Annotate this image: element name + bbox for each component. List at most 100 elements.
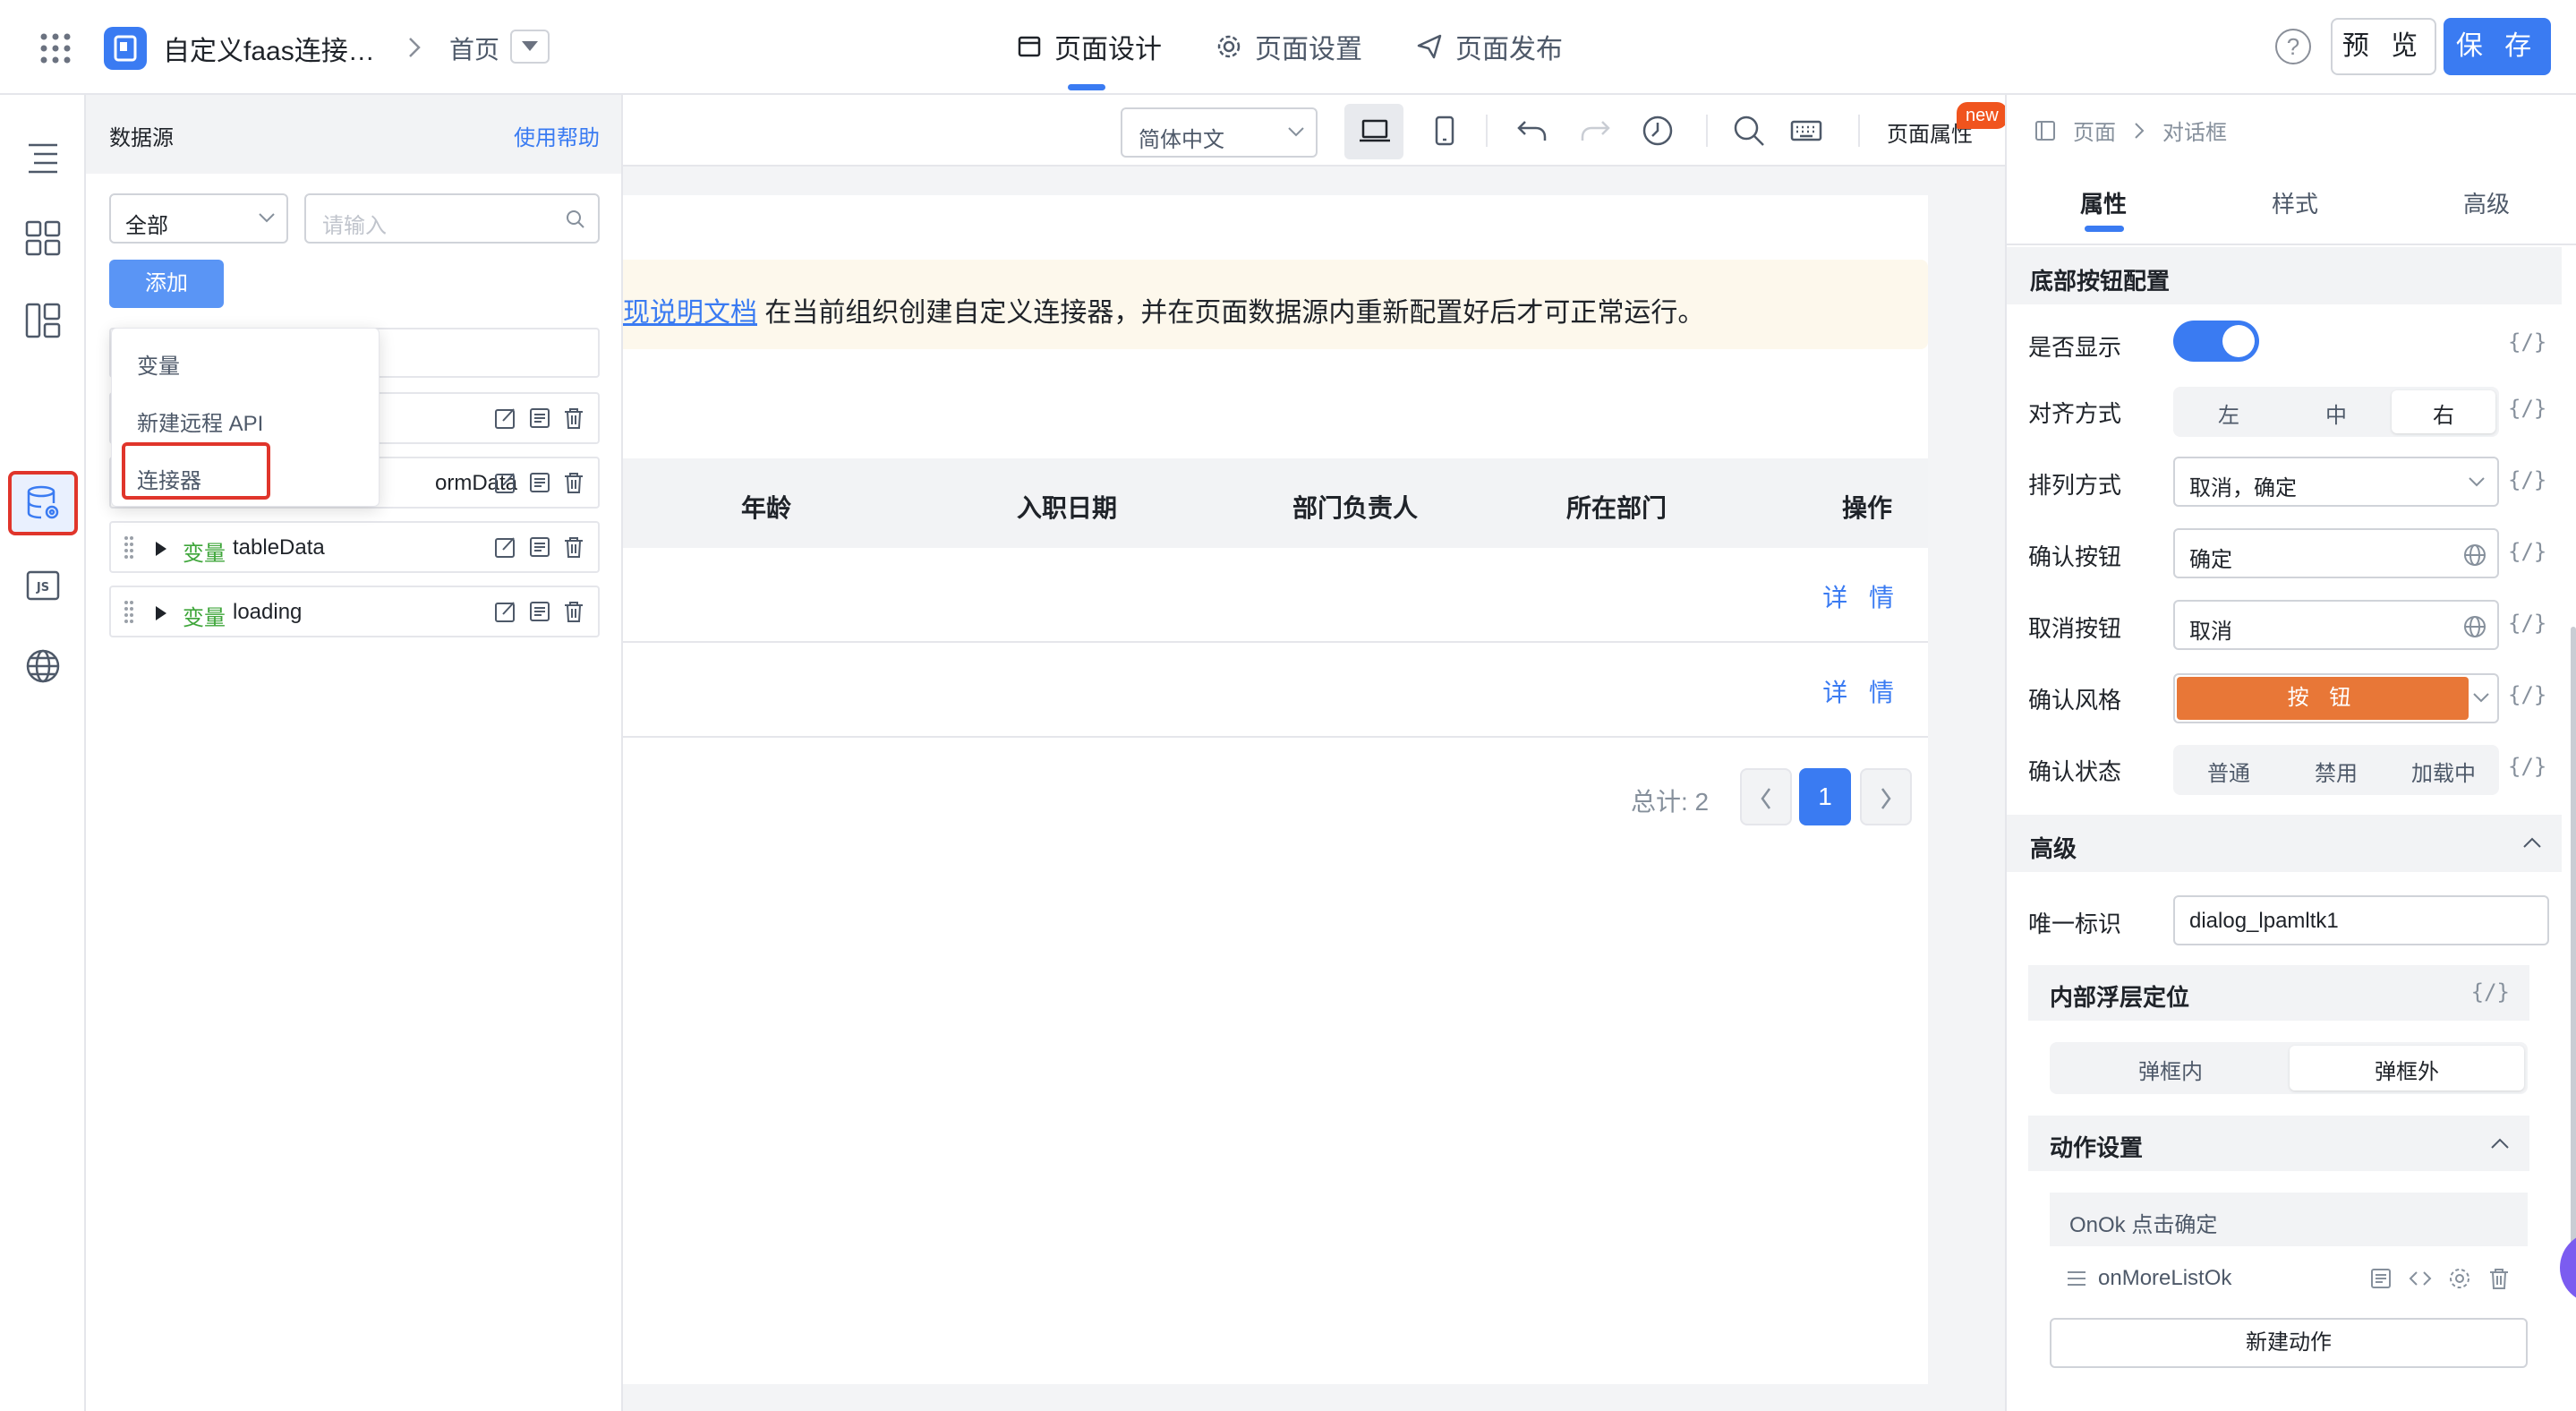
language-select[interactable]: 简体中文 [1121,107,1318,158]
detail-link[interactable]: 详 情 [1822,578,1901,614]
state-normal-option[interactable]: 普通 [2177,756,2281,787]
copy-icon[interactable] [528,535,551,559]
app-grid-icon[interactable] [39,32,72,64]
gear-icon[interactable] [2447,1266,2472,1291]
globe-icon[interactable] [23,646,63,686]
expression-button[interactable]: {/} [2508,467,2546,492]
copy-icon[interactable] [528,600,551,623]
detail-link[interactable]: 详 情 [1822,673,1901,709]
datasource-icon[interactable] [23,483,63,523]
trash-icon[interactable] [562,600,585,623]
inside-dialog-option[interactable]: 弹框内 [2053,1054,2288,1085]
uid-input[interactable]: dialog_lpamltk1 [2173,895,2549,945]
expand-icon[interactable] [154,541,168,557]
help-icon[interactable]: ? [2275,29,2311,64]
tab-properties[interactable]: 属性 [2080,186,2127,219]
js-icon[interactable]: JS [23,566,63,605]
trash-icon[interactable] [2486,1266,2512,1291]
tab-page-settings[interactable]: 页面设置 [1215,27,1362,66]
help-link[interactable]: 使用帮助 [514,120,600,151]
drag-handle-icon[interactable] [124,535,134,560]
list-item[interactable]: 变量 tableData [109,521,600,573]
save-button[interactable]: 保 存 [2444,18,2551,75]
tab-style[interactable]: 样式 [2272,186,2318,219]
list-item[interactable]: 变量 loading [109,586,600,637]
select-value: 简体中文 [1139,128,1224,152]
confirm-style-select[interactable]: 按 钮 [2173,673,2499,723]
pagination-total: 总计: 2 [1631,788,1710,816]
doc-link[interactable]: 现说明文档 [623,298,757,328]
trash-icon[interactable] [562,471,585,494]
prev-page-button[interactable] [1740,768,1792,825]
copy-icon[interactable] [2368,1266,2393,1291]
type-filter-select[interactable]: 全部 [109,193,288,244]
drag-handle-icon[interactable] [124,600,134,625]
cancel-text-input[interactable]: 取消 [2173,600,2499,650]
show-toggle[interactable] [2173,321,2259,362]
copy-icon[interactable] [528,406,551,430]
edit-icon[interactable] [494,600,517,623]
advanced-section[interactable]: 高级 [2007,815,2562,872]
item-kind: 变量 [183,606,226,630]
order-select[interactable]: 取消，确定 [2173,457,2499,507]
show-label: 是否显示 [2028,334,2122,361]
expression-button[interactable]: {/} [2508,611,2546,636]
expression-button[interactable]: {/} [2508,682,2546,707]
trash-icon[interactable] [562,406,585,430]
history-icon[interactable] [1640,113,1676,149]
edit-icon[interactable] [494,406,517,430]
edit-icon[interactable] [494,535,517,559]
column-header: 部门负责人 [1292,494,1419,522]
align-right-option[interactable]: 右 [2392,398,2495,429]
order-label: 排列方式 [2028,472,2122,499]
new-action-button[interactable]: 新建动作 [2050,1318,2528,1368]
expression-button[interactable]: {/} [2508,539,2546,564]
tab-page-publish[interactable]: 页面发布 [1416,27,1563,66]
undo-icon[interactable] [1514,113,1550,149]
breadcrumb-page[interactable]: 首页 [449,30,499,66]
tab-label: 页面设计 [1054,35,1162,64]
tab-advanced[interactable]: 高级 [2463,186,2510,219]
copy-icon[interactable] [528,471,551,494]
menu-item-variable[interactable]: 变量 [137,348,180,380]
globe-icon[interactable] [2463,543,2486,567]
align-center-option[interactable]: 中 [2284,398,2388,429]
confirm-text-input[interactable]: 确定 [2173,528,2499,578]
expression-button[interactable]: {/} [2508,754,2546,779]
expand-icon[interactable] [154,605,168,621]
trash-icon[interactable] [562,535,585,559]
next-page-button[interactable] [1860,768,1912,825]
action-settings-section[interactable]: 动作设置 [2028,1116,2529,1171]
tab-page-design[interactable]: 页面设计 [1017,27,1162,66]
action-item[interactable]: onMoreListOk [2050,1252,2528,1305]
drag-handle-icon[interactable] [2066,1270,2087,1287]
preview-button[interactable]: 预 览 [2331,18,2436,75]
edit-icon[interactable] [494,471,517,494]
outline-icon[interactable] [23,138,63,177]
expression-button[interactable]: {/} [2471,979,2510,1005]
code-icon[interactable] [2408,1266,2433,1291]
add-button[interactable]: 添加 [109,260,224,308]
page-number[interactable]: 1 [1799,768,1851,825]
redo-icon[interactable] [1577,113,1613,149]
components-icon[interactable] [23,218,63,258]
mobile-view-icon[interactable] [1427,113,1463,149]
search-icon[interactable] [1731,113,1767,149]
state-disabled-option[interactable]: 禁用 [2284,756,2388,787]
page-dropdown-button[interactable] [510,30,550,64]
search-input[interactable]: 请输入 [304,193,600,244]
expression-button[interactable]: {/} [2508,329,2546,355]
state-loading-option[interactable]: 加载中 [2392,756,2495,787]
scrollbar[interactable] [2571,627,2576,1253]
outside-dialog-option[interactable]: 弹框外 [2290,1054,2524,1085]
align-left-option[interactable]: 左 [2177,398,2281,429]
menu-item-remote-api[interactable]: 新建远程 API [137,406,263,437]
keyboard-icon[interactable] [1788,113,1824,149]
expression-button[interactable]: {/} [2508,396,2546,421]
action-event: OnOk 点击确定 [2050,1193,2528,1246]
templates-icon[interactable] [23,301,63,340]
desktop-view-icon[interactable] [1357,113,1393,149]
style-preview: 按 钮 [2177,677,2469,720]
breadcrumb-item[interactable]: 页面 [2073,115,2116,146]
globe-icon[interactable] [2463,615,2486,638]
